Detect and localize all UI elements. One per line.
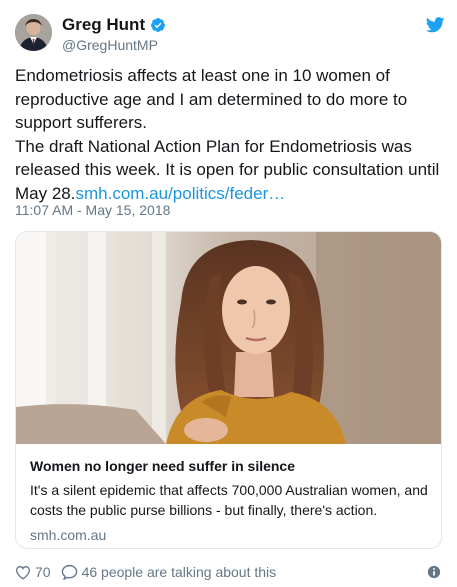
twitter-bird-icon[interactable]	[426, 17, 445, 33]
link-card[interactable]: Women no longer need suffer in silence I…	[15, 231, 442, 549]
like-count[interactable]: 70	[35, 564, 51, 580]
tweet-paragraph-2: The draft National Action Plan for Endom…	[15, 135, 447, 206]
tweet-text: Endometriosis affects at least one in 10…	[15, 64, 447, 206]
author-display-name[interactable]: Greg Hunt	[62, 15, 166, 35]
talking-action[interactable]: 46 people are talking about this	[61, 564, 277, 580]
author-handle[interactable]: @GregHuntMP	[62, 36, 166, 54]
card-domain[interactable]: smh.com.au	[30, 526, 429, 544]
verified-badge-icon	[151, 18, 166, 32]
author-names[interactable]: Greg Hunt @GregHuntMP	[62, 15, 166, 54]
tweet-paragraph-1: Endometriosis affects at least one in 10…	[15, 66, 408, 133]
tweet-header: Greg Hunt @GregHuntMP	[15, 14, 445, 54]
author-name-text[interactable]: Greg Hunt	[62, 15, 145, 35]
avatar[interactable]	[15, 14, 52, 51]
card-title[interactable]: Women no longer need suffer in silence	[30, 457, 429, 476]
info-icon[interactable]	[427, 565, 441, 579]
heart-icon[interactable]	[15, 565, 31, 580]
tweet-timestamp[interactable]: 11:07 AM - May 15, 2018	[15, 202, 170, 218]
card-body[interactable]: Women no longer need suffer in silence I…	[16, 444, 441, 544]
tweet-link[interactable]: smh.com.au/politics/feder…	[75, 184, 285, 203]
card-description[interactable]: It's a silent epidemic that affects 700,…	[30, 480, 429, 520]
like-action[interactable]: 70	[15, 564, 51, 580]
tweet-footer: 70 46 people are talking about this	[15, 562, 445, 582]
comment-bubble-icon[interactable]	[61, 564, 78, 580]
talking-count[interactable]: 46 people are talking about this	[82, 564, 277, 580]
card-image[interactable]	[16, 232, 441, 444]
